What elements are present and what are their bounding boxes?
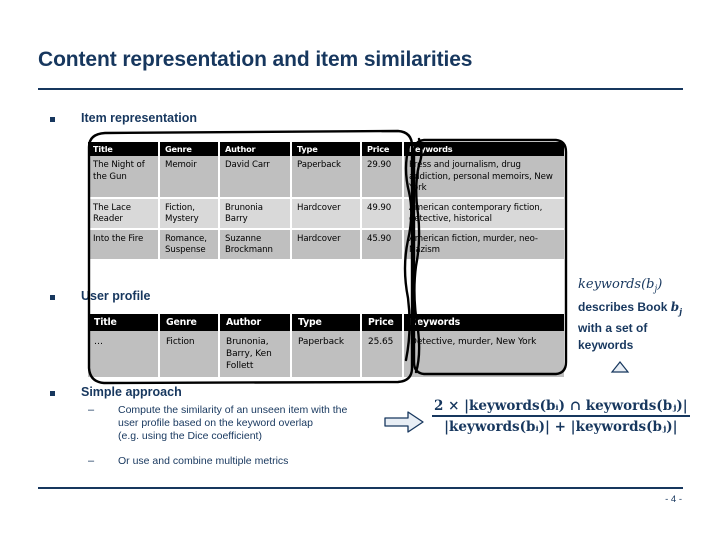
table-header-row: Title Genre Author Type Price Keywords [88,142,566,156]
column-header-type: Type [292,314,362,331]
item-representation-table: Title Genre Author Type Price Keywords T… [88,142,566,261]
sub-bullet-multiple-metrics: – Or use and combine multiple metrics [88,455,388,468]
cell-price: 29.90 [362,156,404,199]
cell-type: Hardcover [292,229,362,261]
cell-title: The Night of the Gun [88,156,160,199]
slide: Content representation and item similari… [0,0,720,540]
formula-numerator: 2 × |keywords(bᵢ) ∩ keywords(bⱼ)| [434,398,688,414]
formula-denominator: |keywords(bᵢ)| + |keywords(bⱼ)| [444,418,678,435]
annotation-note: keywords(bj) describes Book bj with a se… [578,276,716,354]
table-row: The Lace Reader Fiction, Mystery Brunoni… [88,198,566,230]
sub-bullet-text: Compute the similarity of an unseen item… [118,404,347,444]
cell-type: Paperback [292,331,362,379]
cell-author: Brunonia, Barry, Ken Follett [220,331,292,379]
cell-author: Brunonia Barry [220,198,292,230]
column-header-title: Title [88,314,160,331]
bullet-simple-approach: Simple approach [50,385,182,400]
bullet-item-representation: Item representation [50,111,197,126]
table-row: Into the Fire Romance, Suspense Suzanne … [88,229,566,261]
cell-title: Into the Fire [88,229,160,261]
sub-bullet-line: Or use and combine multiple metrics [118,455,289,467]
sub-bullet-line: user profile based on the keyword overla… [118,417,313,430]
cell-genre: Memoir [160,156,220,199]
dice-coefficient-formula: 2 × |keywords(bᵢ) ∩ keywords(bⱼ)| |keywo… [432,398,690,435]
footer-divider [38,487,683,489]
dash-marker: – [88,455,95,467]
column-header-author: Author [220,314,292,331]
square-bullet-icon [50,391,55,396]
sub-bullet-line: (e.g. using the Dice coefficient) [118,430,262,443]
sub-bullet-dice: – Compute the similarity of an unseen it… [88,404,388,444]
square-bullet-icon [50,117,55,122]
column-header-price: Price [362,142,404,156]
right-arrow-icon [384,411,424,433]
column-header-genre: Genre [160,142,220,156]
cell-keywords: American fiction, murder, neo-Nazism [404,229,566,261]
user-profile-table: Title Genre Author Type Price Keywords …… [88,314,566,379]
bullet-label-simple-approach: Simple approach [81,385,182,399]
cell-author: David Carr [220,156,292,199]
cell-keywords: Detective, murder, New York [404,331,566,379]
bullet-label-item-representation: Item representation [81,111,198,125]
column-header-genre: Genre [160,314,220,331]
column-header-title: Title [88,142,160,156]
square-bullet-icon [50,295,55,300]
cell-keywords: American contemporary fiction, detective… [404,198,566,230]
page-title: Content representation and item similari… [38,48,473,71]
annotation-note-line-3: with a set of [578,320,648,335]
cell-genre: Fiction [160,331,220,379]
cell-genre: Fiction, Mystery [160,198,220,230]
column-header-keywords: Keywords [404,142,566,156]
cell-price: 45.90 [362,229,404,261]
cell-type: Paperback [292,156,362,199]
cell-price: 25.65 [362,331,404,379]
ink-note-arrowhead [610,361,630,373]
dash-marker: – [88,404,95,416]
column-header-type: Type [292,142,362,156]
page-number: - 4 - [665,494,682,505]
table-header-row: Title Genre Author Type Price Keywords [88,314,566,331]
sub-bullet-text: Or use and combine multiple metrics [118,455,288,468]
cell-title: … [88,331,160,379]
bullet-label-user-profile: User profile [81,289,151,303]
cell-title: The Lace Reader [88,198,160,230]
bullet-user-profile: User profile [50,289,150,304]
annotation-note-line-4: keywords [578,337,634,352]
cell-keywords: Press and journalism, drug addiction, pe… [404,156,566,199]
column-header-price: Price [362,314,404,331]
cell-genre: Romance, Suspense [160,229,220,261]
table-row: … Fiction Brunonia, Barry, Ken Follett P… [88,331,566,379]
annotation-note-line-1: keywords(bj) [578,277,663,295]
cell-type: Hardcover [292,198,362,230]
cell-author: Suzanne Brockmann [220,229,292,261]
cell-price: 49.90 [362,198,404,230]
column-header-author: Author [220,142,292,156]
sub-bullet-line: Compute the similarity of an unseen item… [118,404,348,416]
title-divider [38,88,683,90]
table-row: The Night of the Gun Memoir David Carr P… [88,156,566,199]
column-header-keywords: Keywords [404,314,566,331]
annotation-note-line-2: describes Book bj [578,299,683,316]
